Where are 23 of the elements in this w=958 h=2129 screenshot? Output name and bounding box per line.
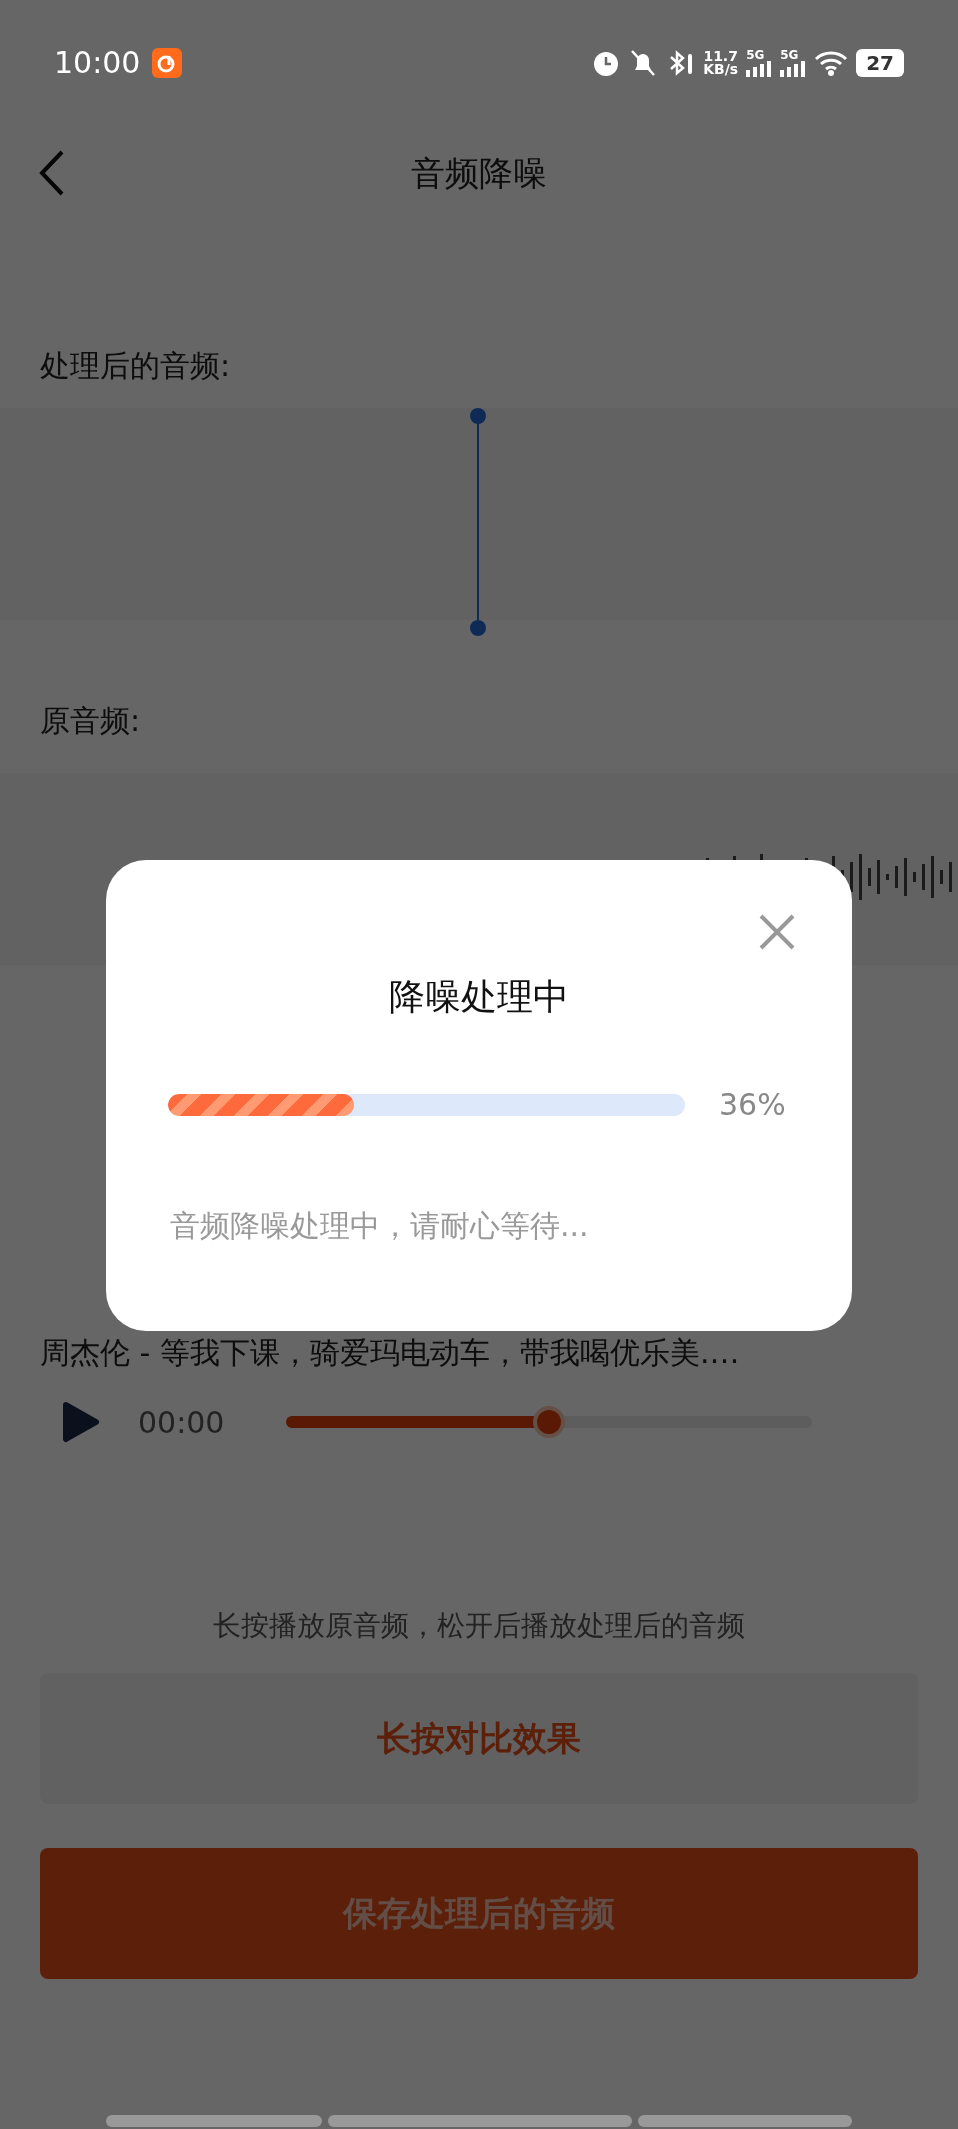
battery-indicator: 27 [856, 48, 904, 77]
status-time: 10:00 [54, 44, 141, 82]
page-title: 音频降噪 [411, 151, 547, 195]
close-icon[interactable] [758, 913, 796, 951]
dialog-message: 音频降噪处理中，请耐心等待... [170, 1207, 589, 1245]
progress-percent: 36% [719, 1086, 786, 1124]
compare-button[interactable]: 长按对比效果 [40, 1673, 918, 1804]
playhead-marker[interactable] [470, 408, 486, 636]
track-title: 周杰伦 - 等我下课，骑爱玛电动车，带我喝优乐美.… [40, 1335, 740, 1370]
play-icon[interactable] [62, 1401, 100, 1443]
network-type: 5G [780, 48, 799, 61]
section-label: 原音频: [40, 702, 141, 740]
hint-text: 长按播放原音频，松开后播放处理后的音频 [213, 1608, 745, 1644]
app-icon [152, 47, 183, 78]
save-button[interactable]: 保存处理后的音频 [40, 1848, 918, 1979]
network-speed-unit: KB/s [703, 62, 739, 76]
signal-icon [780, 60, 807, 77]
network-speed-value: 11.7 [703, 49, 738, 63]
section-label: 处理后的音频: [40, 347, 231, 385]
network-type: 5G [746, 48, 765, 61]
signal-icon [746, 60, 773, 77]
dialog-title: 降噪处理中 [389, 975, 569, 1019]
playback-time: 00:00 [138, 1403, 226, 1442]
